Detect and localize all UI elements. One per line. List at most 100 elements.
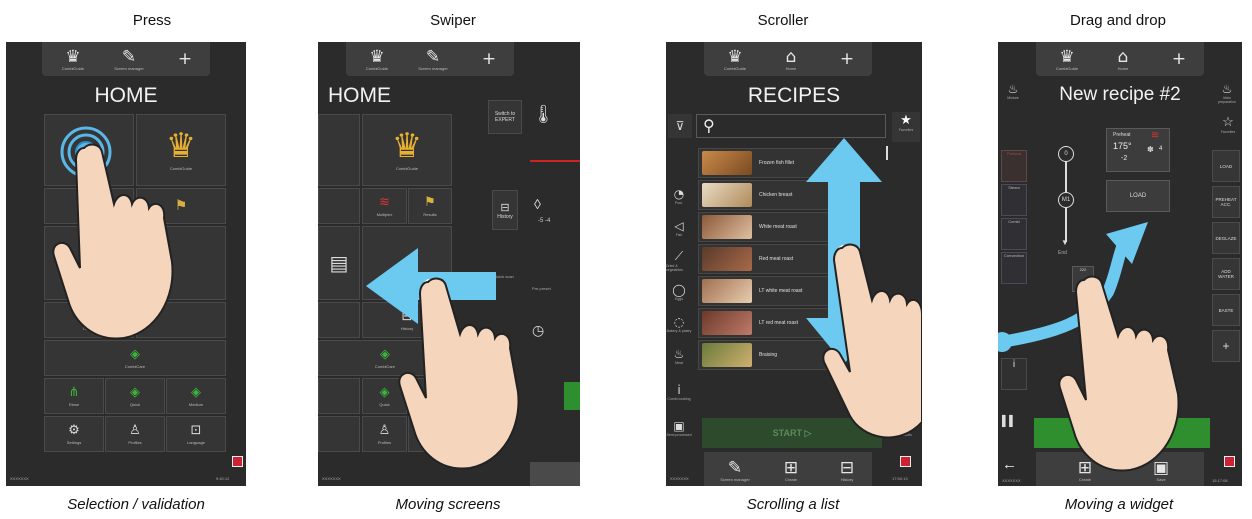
tile-rinse[interactable] [318, 378, 360, 414]
switch-expert-button[interactable]: Switch to EXPERT [488, 100, 522, 134]
tile-profiles[interactable]: ♙ Profiles [362, 416, 407, 452]
tile-create[interactable]: ⊞ Create [44, 302, 134, 338]
step-steam[interactable]: Steam [1001, 184, 1027, 216]
home-button[interactable]: ⌂ Home [1108, 45, 1138, 73]
tile-multiplex[interactable]: ≋ Multiplex [44, 188, 134, 224]
tile-multiplex[interactable] [318, 188, 360, 224]
tile-medium[interactable]: ◈ Medium [166, 378, 226, 414]
tile-combiguide[interactable]: ♛ CombiGuide [136, 114, 226, 186]
tile-combicare[interactable]: ◈ CombiCare [318, 340, 452, 376]
tile-combicare[interactable]: ◈ CombiCare [44, 340, 226, 376]
nav-meat[interactable]: ♨ Meat [666, 342, 692, 370]
alert-icon[interactable] [900, 456, 911, 467]
combiguide-button[interactable]: ♛ CombiGuide [720, 45, 750, 73]
right-button-load[interactable]: LOAD [1212, 150, 1240, 182]
step-convection[interactable]: Convection [1001, 252, 1027, 284]
favorites-button[interactable]: ☆ Favorites [1216, 114, 1240, 142]
tile-history[interactable]: ⊟ History [362, 302, 452, 338]
add-button[interactable]: + [832, 45, 862, 73]
add-button[interactable]: + [170, 45, 200, 73]
tile-settings[interactable] [318, 416, 360, 452]
screen-manager-button[interactable]: ✎ Screen manager [418, 45, 448, 73]
add-button[interactable]: + [1164, 45, 1194, 73]
tile-results[interactable]: ⚑ [136, 188, 226, 224]
tile-quick[interactable]: ◈ Quick [105, 378, 165, 414]
add-button[interactable]: + [474, 45, 504, 73]
right-button-preheat[interactable]: PREHEAT ACC. [1212, 186, 1240, 218]
scrollbar[interactable] [886, 146, 888, 160]
plus-icon: + [177, 49, 193, 69]
tile-language[interactable]: ⊡ Language [408, 416, 452, 452]
nav-eggs[interactable]: ◯ Eggs [666, 278, 692, 306]
right-button-add-water[interactable]: ADD WATER [1212, 258, 1240, 290]
drop-icon: ◈ [130, 346, 140, 362]
results-button[interactable]: ≋ Results [892, 422, 920, 446]
tile-manual[interactable] [318, 114, 360, 186]
history-button[interactable]: ⊟ History [832, 456, 862, 484]
tile-blank[interactable] [136, 226, 226, 300]
tile-recipes[interactable]: ▤ Recipes [44, 226, 134, 300]
thermometer-icon: ⅰ [677, 383, 681, 397]
step-combi[interactable]: Combi [1001, 218, 1027, 250]
tile-recipes[interactable]: ▤ [318, 226, 360, 300]
screen-manager-button[interactable]: ✎ Screen manager [720, 456, 750, 484]
list-item[interactable]: LT red meat roast [698, 308, 850, 338]
chart-button[interactable]: ▌▌ [1002, 416, 1024, 438]
tile-create[interactable] [318, 302, 360, 338]
tile-settings[interactable]: ⚙ Settings [44, 416, 104, 452]
nav-bakery[interactable]: ◌ Bakery & pastry [666, 310, 692, 338]
start-button[interactable]: START ▷ [702, 418, 882, 448]
timeline-step-m1[interactable]: M1 [1058, 192, 1074, 208]
tile-history[interactable] [136, 302, 226, 338]
step-probe[interactable]: ⅰ [1001, 358, 1027, 390]
plus-icon: + [481, 49, 497, 69]
tile-quick[interactable]: ◈ Quick [362, 378, 407, 414]
create-button[interactable]: ⊞ Create [1070, 456, 1100, 484]
preheat-card[interactable]: Preheat ≋ 175° -2 ✽ 4 [1106, 128, 1170, 172]
screen-manager-button[interactable]: ✎ Screen manager [114, 45, 144, 73]
create-button[interactable]: ⊞ Create [776, 456, 806, 484]
list-item[interactable]: White meat roast [698, 212, 850, 242]
dragged-widget[interactable]: 222 [1072, 266, 1094, 292]
search-input[interactable]: ⚲ [696, 114, 886, 138]
list-item[interactable]: Chicken breast [698, 180, 850, 210]
tile-command[interactable]: Tea #2 [362, 226, 452, 300]
combiguide-button[interactable]: ♛ CombiGuide [362, 45, 392, 73]
combiguide-button[interactable]: ♛ CombiGuide [1052, 45, 1082, 73]
load-card[interactable]: LOAD [1106, 180, 1170, 212]
side-history-button[interactable]: ⊟ History [492, 190, 518, 230]
step-preheat[interactable]: Preheat [1001, 150, 1027, 182]
combiguide-button[interactable]: ♛ CombiGuide [58, 45, 88, 73]
save-button[interactable]: ▣ Save [1146, 456, 1176, 484]
start-button[interactable]: START [1034, 418, 1210, 448]
tile-profiles[interactable]: ♙ Profiles [105, 416, 165, 452]
tile-manual[interactable] [44, 114, 134, 186]
filter-button[interactable]: ⊽ [668, 114, 692, 138]
alert-icon[interactable] [232, 456, 243, 467]
page-title: New recipe #2 [1059, 84, 1181, 105]
list-item[interactable]: Braising [698, 340, 850, 370]
tile-rinse[interactable]: ⋔ Rinse [44, 378, 104, 414]
nav-vegetables[interactable]: ⟋ Dried & vegetables [666, 246, 692, 274]
list-item[interactable]: Red meat roast [698, 244, 850, 274]
timeline-step-0[interactable]: 0 [1058, 146, 1074, 162]
list-item[interactable]: Frozen fish fillet [698, 148, 850, 178]
right-button-baste[interactable]: BASTE [1212, 294, 1240, 326]
tile-medium[interactable]: ◈ Medium [408, 378, 452, 414]
tile-multiplex-2[interactable]: ≋ Multiplex [362, 188, 407, 224]
alert-icon[interactable] [1224, 456, 1235, 467]
favorites-button[interactable]: ★ Favorites [892, 112, 920, 142]
tile-results[interactable]: ⚑ Results [408, 188, 452, 224]
home-button[interactable]: ⌂ Home [776, 45, 806, 73]
right-button-add[interactable]: + [1212, 330, 1240, 362]
tile-combiguide[interactable]: ♛ CombiGuide [362, 114, 452, 186]
edit-corner-button[interactable] [530, 462, 580, 486]
nav-semi-processed[interactable]: ▣ Semi processed [666, 414, 692, 442]
nav-combi-cooking[interactable]: ⅰ Combi cooking [666, 378, 692, 406]
list-item[interactable]: LT white meat roast [698, 276, 850, 306]
nav-poultry[interactable]: ◔ Poul. [666, 182, 692, 210]
back-button[interactable]: ← [1002, 456, 1024, 478]
nav-fish[interactable]: ◁ Fish [666, 214, 692, 242]
right-button-deglaze[interactable]: DEGLAZE [1212, 222, 1240, 254]
tile-language[interactable]: ⊡ Language [166, 416, 226, 452]
